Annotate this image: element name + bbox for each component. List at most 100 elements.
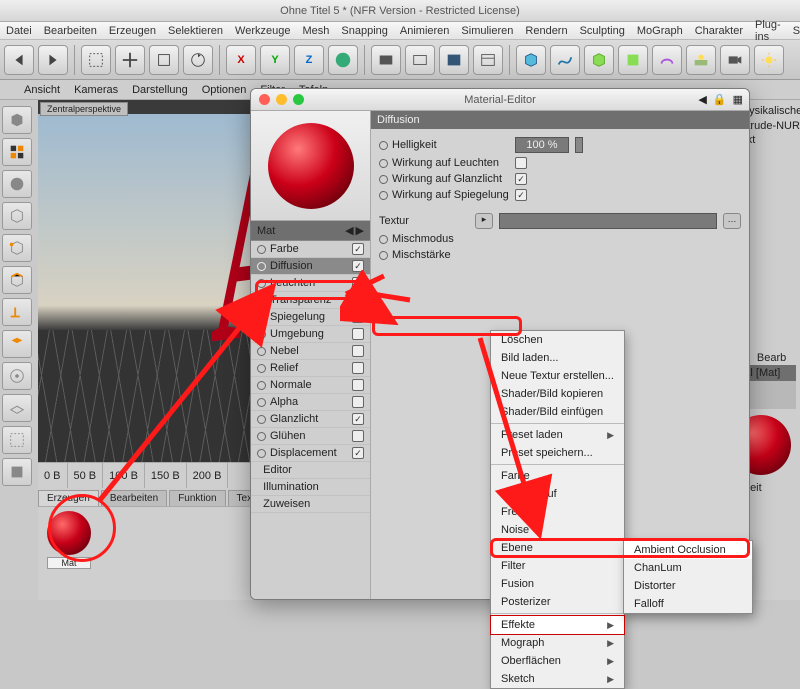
material-swatch[interactable]: Mat [42,511,96,569]
checkbox[interactable] [515,189,527,201]
minimize-icon[interactable] [276,94,287,105]
mattab-erzeugen[interactable]: Erzeugen [38,490,99,506]
redo-button[interactable] [38,45,68,75]
menu-bearbeiten[interactable]: Bearbeiten [44,25,97,37]
camera-button[interactable] [720,45,750,75]
channel-checkbox[interactable] [352,345,364,357]
nurbs-button[interactable] [584,45,614,75]
menu-werkzeuge[interactable]: Werkzeuge [235,25,290,37]
zoom-icon[interactable] [293,94,304,105]
viewtab-ansicht[interactable]: Ansicht [24,84,60,96]
menu-simulieren[interactable]: Simulieren [461,25,513,37]
checkbox[interactable] [515,157,527,169]
edge-mode-icon[interactable] [2,234,32,262]
viewtab-optionen[interactable]: Optionen [202,84,247,96]
ctx-item[interactable]: Effekte▶ [491,616,624,634]
model-mode-icon[interactable] [2,138,32,166]
ctx-item[interactable]: Bild laden... [491,349,624,367]
ctx-item[interactable]: Filter [491,557,624,575]
channel-checkbox[interactable] [352,447,364,459]
textur-browse-button[interactable]: … [723,213,741,229]
material-preview[interactable] [251,111,370,221]
menu-animieren[interactable]: Animieren [400,25,450,37]
channel-normale[interactable]: Normale [251,377,370,394]
uv-mode-icon[interactable] [2,330,32,358]
ctx-item[interactable]: Mograph▶ [491,634,624,652]
mattab-funktion[interactable]: Funktion [169,490,225,506]
workplane-icon[interactable] [2,394,32,422]
snap-icon[interactable] [2,362,32,390]
menu-icon[interactable]: ▦ [733,93,743,106]
material-name-field[interactable]: Mat ◀▶ [251,221,370,241]
channel-checkbox[interactable] [352,413,364,425]
channel-editor[interactable]: Editor [251,462,370,479]
textur-dropdown-button[interactable]: ▸ [475,213,493,229]
submenu-item[interactable]: Falloff [624,595,752,613]
undo-button[interactable] [4,45,34,75]
scale-tool[interactable] [149,45,179,75]
poly-mode-icon[interactable] [2,266,32,294]
generator-button[interactable] [618,45,648,75]
channel-umgebung[interactable]: Umgebung [251,326,370,343]
helligkeit-input[interactable]: 100 % [515,137,569,153]
menu-mesh[interactable]: Mesh [302,25,329,37]
ctx-item[interactable]: Preset laden▶ [491,426,624,444]
render-button[interactable] [371,45,401,75]
select-tool[interactable] [81,45,111,75]
prev-mat-icon[interactable]: ◀ [345,224,353,237]
submenu-item[interactable]: Ambient Occlusion [624,541,752,559]
menu-snapping[interactable]: Snapping [341,25,388,37]
channel-glühen[interactable]: Glühen [251,428,370,445]
ctx-item[interactable]: Ebene [491,539,624,557]
object-mode-icon[interactable] [2,106,32,134]
menu-charakter[interactable]: Charakter [695,25,743,37]
menu-skript[interactable]: Skript [793,25,800,37]
deformer-button[interactable] [652,45,682,75]
render-settings-button[interactable] [473,45,503,75]
channel-transparenz[interactable]: Transparenz [251,292,370,309]
submenu-item[interactable]: ChanLum [624,559,752,577]
menu-mograph[interactable]: MoGraph [637,25,683,37]
window-titlebar[interactable]: Material-Editor ◀🔒▦ [251,89,749,111]
channel-checkbox[interactable] [352,260,364,272]
channel-checkbox[interactable] [352,328,364,340]
menu-rendern[interactable]: Rendern [525,25,567,37]
tweak-icon[interactable] [2,426,32,454]
spinner-icon[interactable] [575,137,583,153]
channel-spiegelung[interactable]: Spiegelung [251,309,370,326]
channel-checkbox[interactable] [352,311,364,323]
primitive-cube-button[interactable] [516,45,546,75]
nav-back-icon[interactable]: ◀ [698,93,706,106]
checkbox[interactable] [515,173,527,185]
x-axis-button[interactable]: X [226,45,256,75]
submenu-item[interactable]: Distorter [624,577,752,595]
channel-farbe[interactable]: Farbe [251,241,370,258]
axis-mode-icon[interactable] [2,298,32,326]
light-button[interactable] [754,45,784,75]
environment-button[interactable] [686,45,716,75]
picture-viewer-button[interactable] [439,45,469,75]
spline-button[interactable] [550,45,580,75]
channel-alpha[interactable]: Alpha [251,394,370,411]
move-tool[interactable] [115,45,145,75]
y-axis-button[interactable]: Y [260,45,290,75]
rotate-tool[interactable] [183,45,213,75]
channel-checkbox[interactable] [352,396,364,408]
menu-selektieren[interactable]: Selektieren [168,25,223,37]
menu-erzeugen[interactable]: Erzeugen [109,25,156,37]
ctx-item[interactable]: Farbe [491,467,624,485]
channel-relief[interactable]: Relief [251,360,370,377]
world-button[interactable] [328,45,358,75]
mattab-bearbeiten[interactable]: Bearbeiten [101,490,167,506]
ctx-item[interactable]: Oberflächen▶ [491,652,624,670]
channel-checkbox[interactable] [352,277,364,289]
textur-field[interactable] [499,213,717,229]
channel-checkbox[interactable] [352,243,364,255]
channel-checkbox[interactable] [352,362,364,374]
ctx-item[interactable]: Noise [491,521,624,539]
texture-mode-icon[interactable] [2,170,32,198]
ctx-item[interactable]: Sketch▶ [491,670,624,688]
channel-diffusion[interactable]: Diffusion [251,258,370,275]
ctx-item[interactable]: Posterizer [491,593,624,611]
z-axis-button[interactable]: Z [294,45,324,75]
